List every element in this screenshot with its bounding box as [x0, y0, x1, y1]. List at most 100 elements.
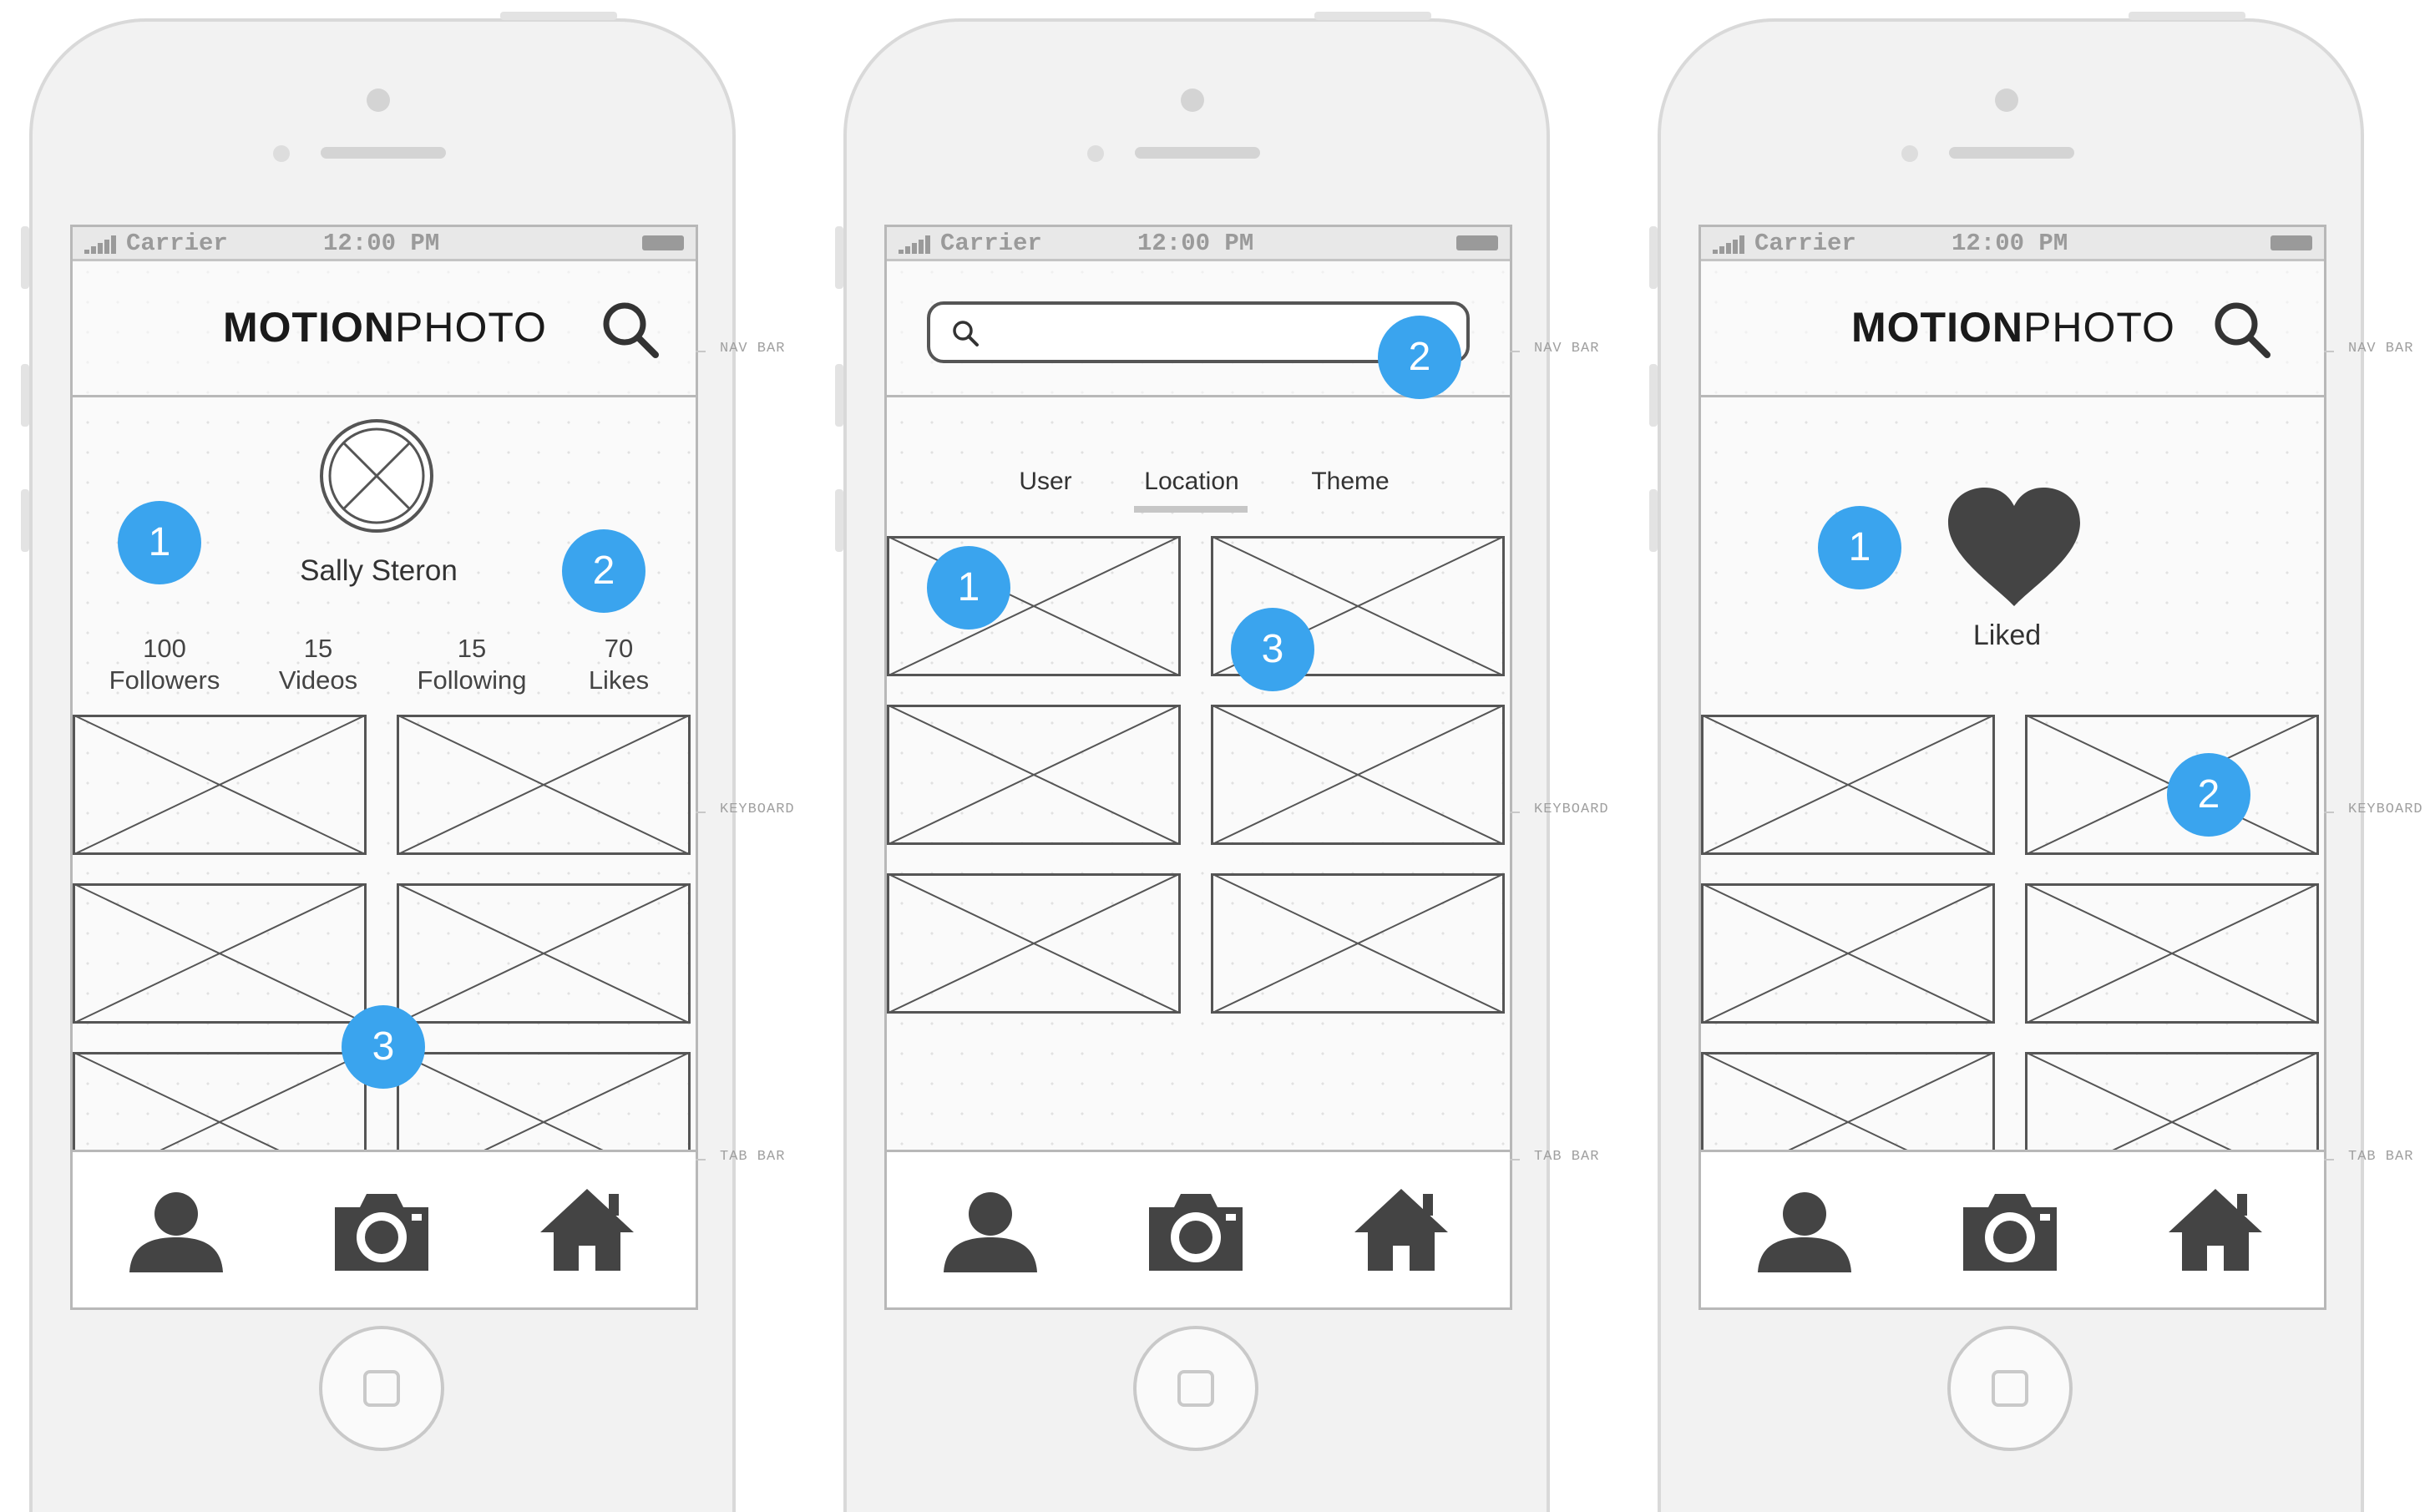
front-camera — [367, 88, 390, 112]
nav-bar: MOTIONPHOTO — [1701, 261, 2324, 397]
stat-value: 70 — [604, 634, 634, 663]
stat-videos[interactable]: 15 Videos — [243, 633, 393, 696]
image-placeholder[interactable] — [397, 715, 691, 855]
annotation-tick — [1510, 1159, 1520, 1161]
stat-label: Likes — [588, 665, 650, 695]
user-icon[interactable] — [940, 1186, 1040, 1273]
status-time: 12:00 PM — [1952, 230, 2068, 257]
callout-2: 2 — [2167, 753, 2250, 837]
user-icon[interactable] — [1754, 1186, 1855, 1273]
tab-location[interactable]: Location — [1129, 468, 1254, 496]
stat-likes[interactable]: 70 Likes — [544, 633, 694, 696]
tab-user[interactable]: User — [1004, 468, 1087, 496]
image-placeholder[interactable] — [887, 873, 1181, 1014]
image-placeholder[interactable] — [73, 715, 367, 855]
volume-down-button — [1649, 489, 1658, 552]
tab-bar-annotation: TAB BAR — [720, 1149, 786, 1165]
liked-screen: Carrier 12:00 PM MOTIONPHOTO Liked 1 2 — [1698, 225, 2326, 1310]
camera-icon[interactable] — [1960, 1186, 2060, 1273]
home-button[interactable] — [1133, 1326, 1258, 1451]
mute-switch — [835, 226, 843, 289]
heart-icon[interactable] — [1943, 484, 2085, 609]
image-placeholder[interactable] — [73, 883, 367, 1024]
front-camera — [1181, 88, 1204, 112]
callout-2: 2 — [562, 529, 645, 613]
nav-bar-annotation: NAV BAR — [1534, 341, 1600, 357]
phone-mockup-profile: Carrier 12:00 PM MOTIONPHOTO Sally Stero… — [21, 12, 736, 1512]
volume-up-button — [1649, 364, 1658, 427]
stat-followers[interactable]: 100 Followers — [89, 633, 240, 696]
brand-light: PHOTO — [2022, 304, 2175, 351]
home-button[interactable] — [1947, 1326, 2073, 1451]
image-placeholder-icon — [1211, 705, 1505, 845]
app-logo: MOTIONPHOTO — [223, 303, 547, 351]
callout-3: 3 — [1231, 608, 1314, 691]
annotation-tick — [696, 351, 706, 352]
stat-label: Followers — [109, 665, 220, 695]
status-bar: Carrier 12:00 PM — [73, 227, 696, 261]
user-icon[interactable] — [126, 1186, 226, 1273]
image-placeholder[interactable] — [887, 705, 1181, 845]
status-bar: Carrier 12:00 PM — [887, 227, 1510, 261]
brand-bold: MOTION — [223, 304, 395, 351]
liked-label: Liked — [1972, 619, 2042, 651]
search-icon — [953, 321, 979, 346]
image-placeholder[interactable] — [1211, 873, 1505, 1014]
home-icon[interactable] — [2165, 1186, 2265, 1273]
app-logo: MOTIONPHOTO — [1851, 303, 2175, 351]
annotation-tick — [2324, 351, 2334, 352]
image-placeholder-icon — [887, 873, 1181, 1014]
mute-switch — [1649, 226, 1658, 289]
stat-following[interactable]: 15 Following — [397, 633, 547, 696]
keyboard-annotation: KEYBOARD — [2348, 802, 2423, 817]
image-placeholder-icon — [1701, 715, 1995, 855]
stat-label: Following — [417, 665, 527, 695]
callout-1: 1 — [927, 546, 1010, 630]
annotation-tick — [2324, 812, 2334, 813]
keyboard-annotation: KEYBOARD — [720, 802, 795, 817]
nav-bar: MOTIONPHOTO — [73, 261, 696, 397]
phone-mockup-search: Carrier 12:00 PM User Location Theme 1 2… — [835, 12, 1550, 1512]
nav-bar-annotation: NAV BAR — [720, 341, 786, 357]
search-screen: Carrier 12:00 PM User Location Theme 1 2… — [884, 225, 1512, 1310]
profile-avatar[interactable] — [318, 417, 435, 534]
status-bar: Carrier 12:00 PM — [1701, 227, 2324, 261]
camera-icon[interactable] — [332, 1186, 432, 1273]
image-placeholder[interactable] — [1211, 705, 1505, 845]
image-placeholder[interactable] — [1701, 883, 1995, 1024]
home-icon[interactable] — [1351, 1186, 1451, 1273]
callout-3: 3 — [342, 1005, 425, 1089]
signal-icon — [899, 235, 932, 254]
image-placeholder[interactable] — [1701, 715, 1995, 855]
image-placeholder-icon — [397, 715, 691, 855]
image-placeholder-icon — [2025, 883, 2319, 1024]
home-button[interactable] — [319, 1326, 444, 1451]
nav-bar-annotation: NAV BAR — [2348, 341, 2414, 357]
annotation-tick — [696, 812, 706, 813]
stat-value: 100 — [143, 634, 186, 663]
tab-theme[interactable]: Theme — [1296, 468, 1405, 496]
status-time: 12:00 PM — [323, 230, 440, 257]
stat-value: 15 — [457, 634, 487, 663]
search-icon[interactable] — [2210, 298, 2274, 362]
image-placeholder[interactable] — [397, 883, 691, 1024]
search-icon[interactable] — [599, 298, 662, 362]
image-placeholder[interactable] — [2025, 883, 2319, 1024]
carrier-label: Carrier — [1754, 230, 1856, 257]
callout-1: 1 — [118, 501, 201, 584]
power-button — [1314, 12, 1431, 20]
profile-screen: Carrier 12:00 PM MOTIONPHOTO Sally Stero… — [70, 225, 698, 1310]
signal-icon — [84, 235, 118, 254]
battery-icon — [2271, 235, 2312, 250]
earpiece-speaker — [1949, 147, 2074, 159]
home-icon[interactable] — [537, 1186, 637, 1273]
camera-icon[interactable] — [1146, 1186, 1246, 1273]
tab-bar — [1701, 1150, 2324, 1307]
stat-label: Videos — [278, 665, 358, 695]
home-button-square — [1177, 1370, 1214, 1407]
tab-bar — [887, 1150, 1510, 1307]
volume-down-button — [21, 489, 29, 552]
battery-icon — [1456, 235, 1498, 250]
proximity-sensor — [1087, 145, 1104, 162]
earpiece-speaker — [1135, 147, 1260, 159]
